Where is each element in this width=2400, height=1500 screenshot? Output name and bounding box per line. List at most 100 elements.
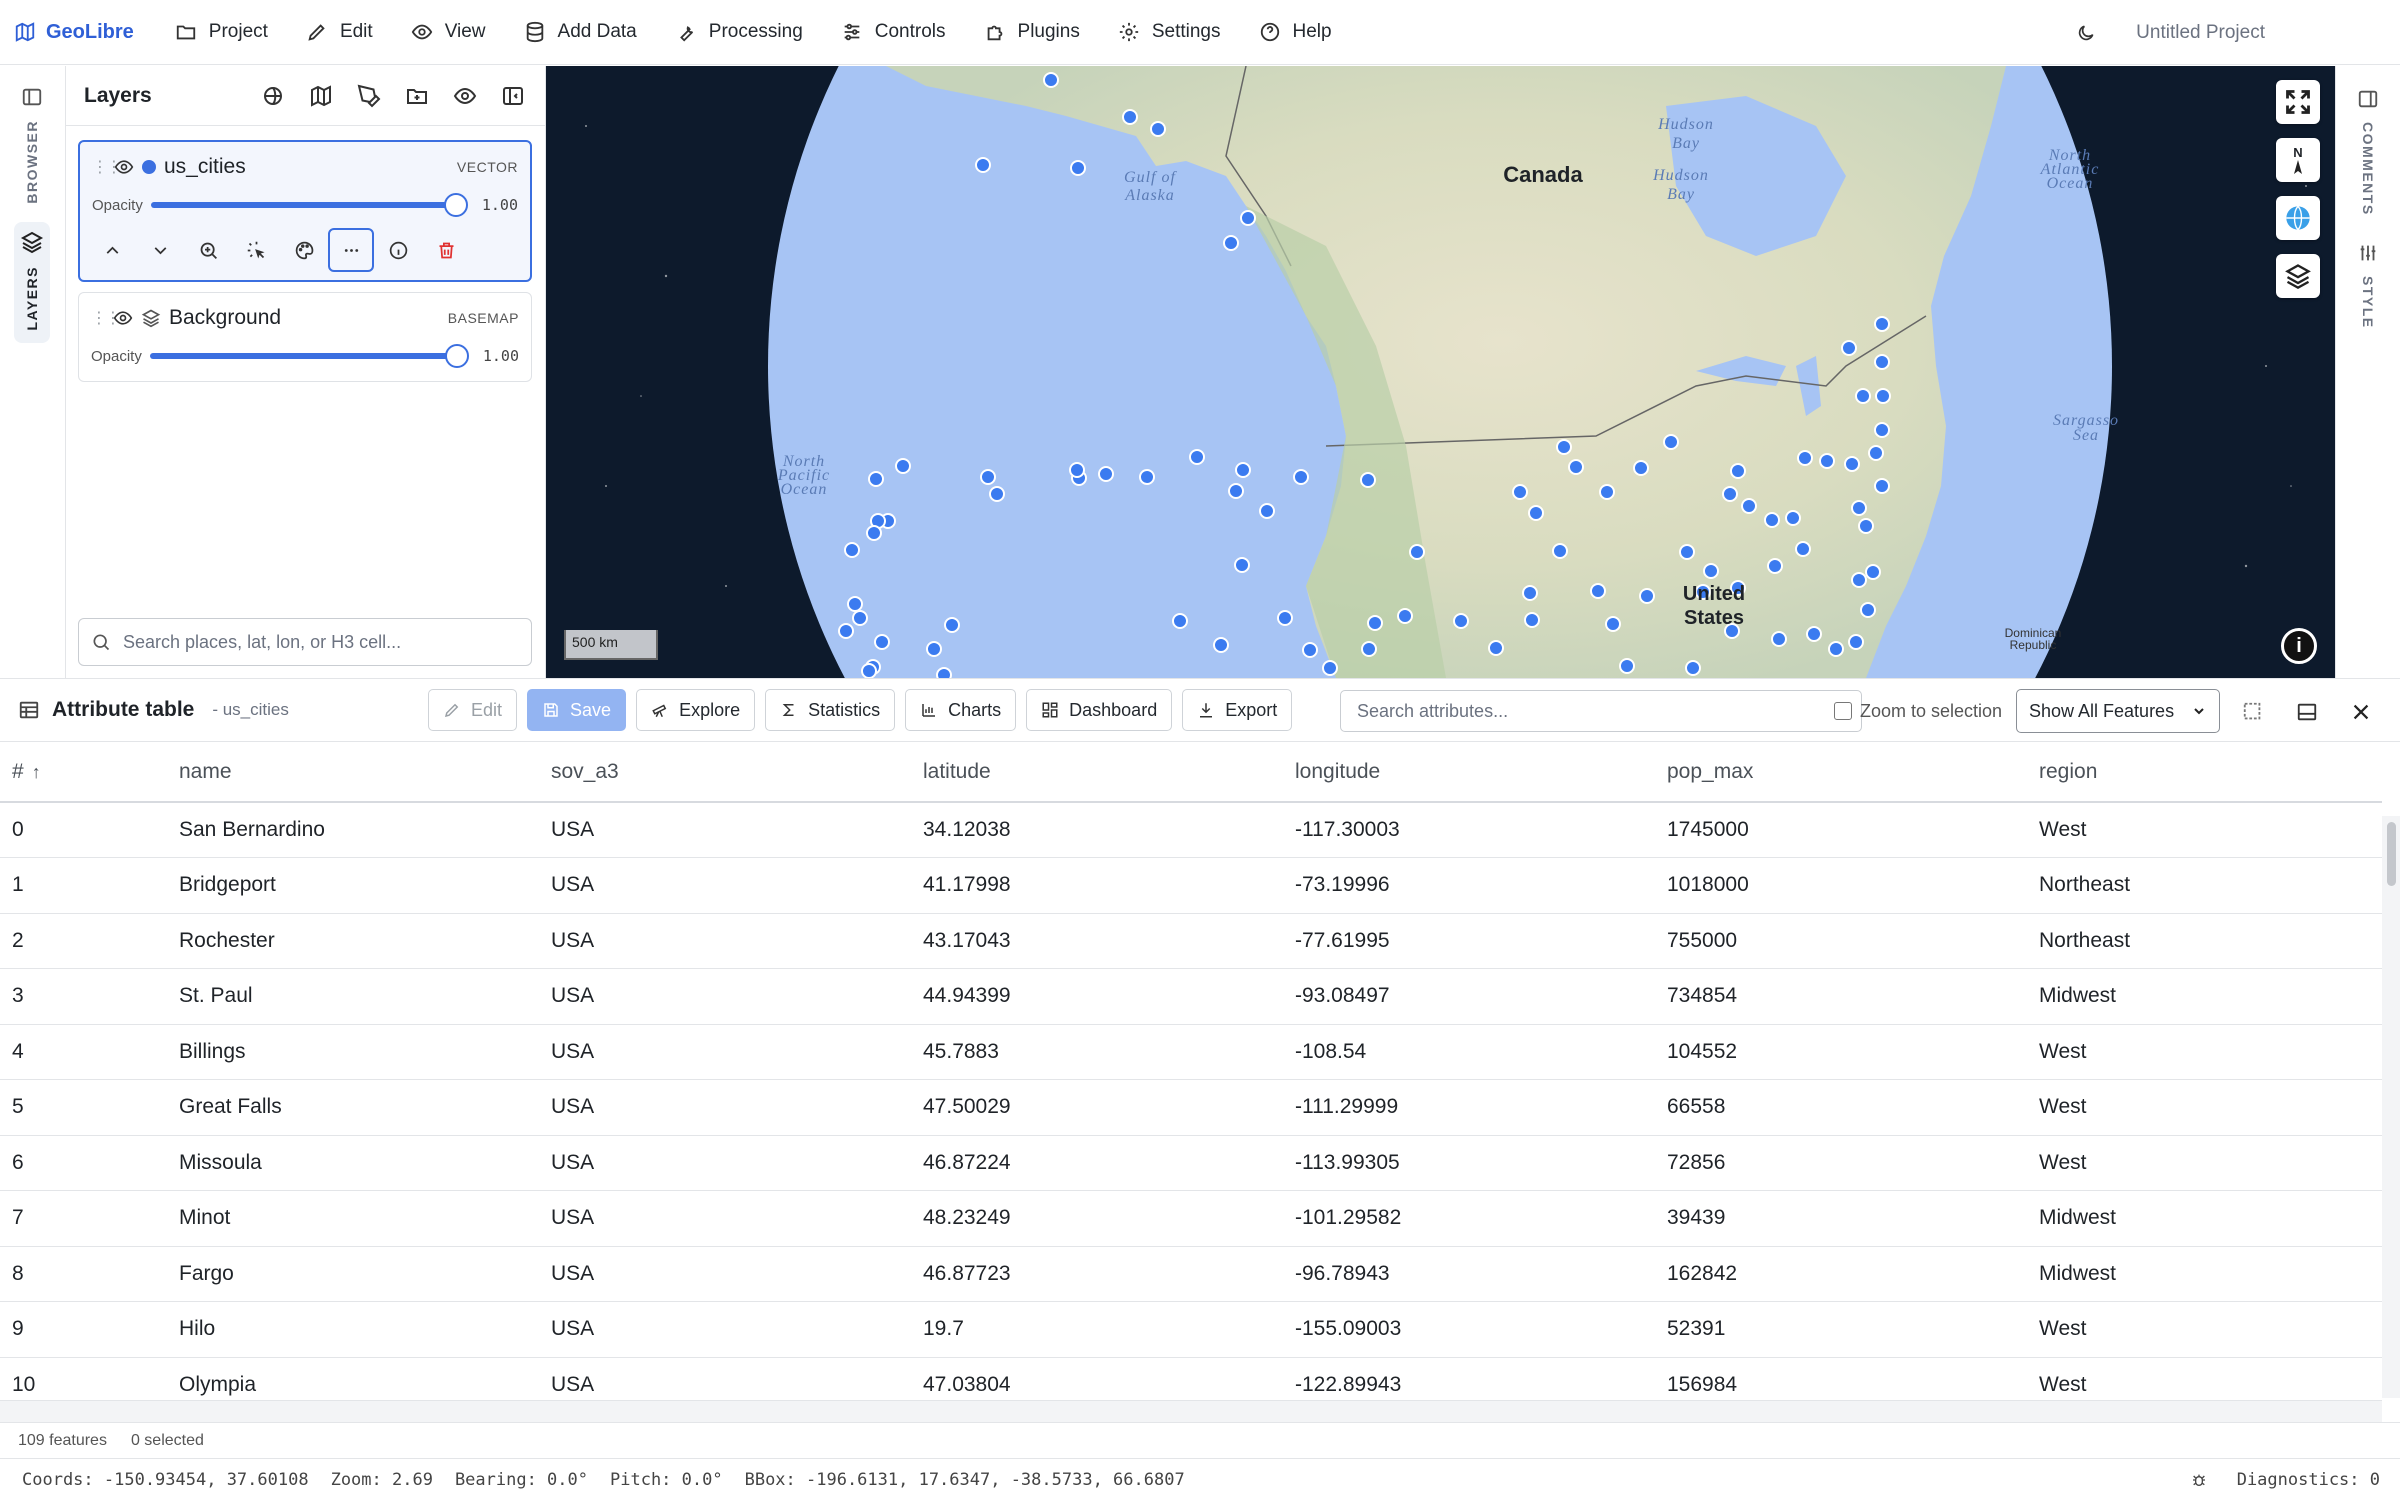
table-cell[interactable]: USA — [539, 1190, 911, 1247]
toggle-visibility-button[interactable] — [448, 79, 482, 113]
fullscreen-button[interactable] — [2276, 80, 2320, 124]
scrollbar-thumb[interactable] — [2387, 822, 2396, 886]
table-cell[interactable]: 19.7 — [911, 1301, 1283, 1358]
place-search-input[interactable]: Search places, lat, lon, or H3 cell... — [78, 618, 532, 666]
table-cell[interactable]: 8 — [0, 1246, 167, 1302]
charts-button[interactable]: Charts — [905, 689, 1017, 731]
table-cell[interactable]: -101.29582 — [1283, 1190, 1655, 1247]
table-cell[interactable]: 2 — [0, 913, 167, 969]
add-basemap-button[interactable] — [304, 79, 338, 113]
tab-style[interactable]: STYLE — [2352, 242, 2384, 329]
app-brand[interactable]: GeoLibre — [14, 21, 134, 44]
table-cell[interactable]: San Bernardino — [167, 802, 539, 858]
table-cell[interactable]: Northeast — [2027, 913, 2382, 969]
table-cell[interactable]: 1 — [0, 857, 167, 914]
sort-ascending-icon[interactable]: ↑ — [32, 762, 41, 782]
table-cell[interactable]: USA — [539, 1079, 911, 1136]
table-cell[interactable]: Hilo — [167, 1301, 539, 1358]
explore-button[interactable]: Explore — [636, 689, 756, 731]
slider-knob[interactable] — [445, 344, 469, 368]
table-cell[interactable]: 5 — [0, 1079, 167, 1136]
table-cell[interactable]: 0 — [0, 802, 167, 858]
table-cell[interactable]: St. Paul — [167, 968, 539, 1025]
menu-help[interactable]: Help — [1240, 10, 1351, 54]
draw-layer-button[interactable] — [352, 79, 386, 113]
table-cell[interactable]: -155.09003 — [1283, 1301, 1655, 1358]
column-header[interactable]: pop_max — [1655, 742, 2027, 803]
table-cell[interactable]: USA — [539, 857, 911, 914]
tab-comments[interactable]: COMMENTS — [2352, 88, 2384, 216]
table-row[interactable]: 0 San Bernardino USA 34.12038 -117.30003 1745… — [0, 802, 2382, 858]
menu-edit[interactable]: Edit — [287, 10, 392, 54]
add-group-button[interactable] — [400, 79, 434, 113]
table-cell[interactable]: Northeast — [2027, 857, 2382, 914]
collapse-panel-button[interactable] — [496, 79, 530, 113]
table-row[interactable]: 2 Rochester USA 43.17043 -77.61995 755000 Nort… — [0, 913, 2382, 969]
table-cell[interactable]: 3 — [0, 968, 167, 1025]
zoom-to-layer-button[interactable] — [184, 228, 232, 272]
table-cell[interactable]: 10 — [0, 1357, 167, 1402]
table-cell[interactable]: -113.99305 — [1283, 1135, 1655, 1191]
table-cell[interactable]: USA — [539, 1024, 911, 1080]
table-cell[interactable]: 46.87723 — [911, 1246, 1283, 1302]
table-cell[interactable]: 52391 — [1655, 1301, 2027, 1358]
layer-item-background[interactable]: ⋮⋮ Background BASEMAP Opacity 1.00 — [78, 292, 532, 382]
menu-settings[interactable]: Settings — [1099, 10, 1240, 54]
table-cell[interactable]: Midwest — [2027, 968, 2382, 1025]
table-cell[interactable]: Great Falls — [167, 1079, 539, 1136]
table-cell[interactable]: 734854 — [1655, 968, 2027, 1025]
basemap-switcher-button[interactable] — [2276, 254, 2320, 298]
table-cell[interactable]: 1018000 — [1655, 857, 2027, 914]
column-header[interactable]: # ↑ — [0, 742, 167, 803]
project-name[interactable]: Untitled Project — [2136, 22, 2265, 44]
table-row[interactable]: 8 Fargo USA 46.87723 -96.78943 162842 Midwest — [0, 1246, 2382, 1302]
opacity-slider[interactable] — [150, 193, 468, 217]
table-cell[interactable]: West — [2027, 802, 2382, 858]
layer-info-button[interactable] — [374, 228, 422, 272]
table-row[interactable]: 5 Great Falls USA 47.50029 -111.29999 66558 We… — [0, 1079, 2382, 1136]
eye-icon[interactable] — [113, 308, 133, 328]
table-cell[interactable]: 6 — [0, 1135, 167, 1191]
table-cell[interactable]: 41.17998 — [911, 857, 1283, 914]
attribute-search-input[interactable]: Search attributes... — [1340, 690, 1862, 732]
table-cell[interactable]: West — [2027, 1024, 2382, 1080]
table-cell[interactable]: 43.17043 — [911, 913, 1283, 969]
tab-layers[interactable]: LAYERS — [14, 222, 50, 343]
table-cell[interactable]: 104552 — [1655, 1024, 2027, 1080]
table-cell[interactable]: Fargo — [167, 1246, 539, 1302]
table-cell[interactable]: 47.03804 — [911, 1357, 1283, 1402]
table-cell[interactable]: 156984 — [1655, 1357, 2027, 1402]
table-cell[interactable]: West — [2027, 1301, 2382, 1358]
table-cell[interactable]: Midwest — [2027, 1190, 2382, 1247]
column-header[interactable]: name — [167, 742, 539, 803]
table-cell[interactable]: 34.12038 — [911, 802, 1283, 858]
table-cell[interactable]: 9 — [0, 1301, 167, 1358]
table-cell[interactable]: Bridgeport — [167, 857, 539, 914]
table-cell[interactable]: West — [2027, 1357, 2382, 1402]
table-cell[interactable]: Billings — [167, 1024, 539, 1080]
table-cell[interactable]: West — [2027, 1135, 2382, 1191]
dashboard-button[interactable]: Dashboard — [1026, 689, 1173, 731]
table-cell[interactable]: USA — [539, 1135, 911, 1191]
save-button[interactable]: Save — [527, 689, 627, 731]
table-cell[interactable]: USA — [539, 1357, 911, 1402]
column-header[interactable]: region — [2027, 742, 2382, 803]
menu-project[interactable]: Project — [156, 10, 287, 54]
layer-item-us-cities[interactable]: ⋮⋮ us_cities VECTOR Opacity 1.00 — [78, 140, 532, 282]
table-cell[interactable]: -73.19996 — [1283, 857, 1655, 914]
table-cell[interactable]: USA — [539, 913, 911, 969]
drag-handle-icon[interactable]: ⋮⋮ — [91, 308, 121, 328]
table-cell[interactable]: 1745000 — [1655, 802, 2027, 858]
table-cell[interactable]: 39439 — [1655, 1190, 2027, 1247]
table-row[interactable]: 1 Bridgeport USA 41.17998 -73.19996 1018000 No… — [0, 857, 2382, 914]
export-button[interactable]: Export — [1182, 689, 1293, 731]
column-header[interactable]: longitude — [1283, 742, 1655, 803]
table-row[interactable]: 9 Hilo USA 19.7 -155.09003 52391 West — [0, 1301, 2382, 1358]
table-cell[interactable]: 4 — [0, 1024, 167, 1080]
table-cell[interactable]: USA — [539, 1301, 911, 1358]
table-cell[interactable]: 45.7883 — [911, 1024, 1283, 1080]
layer-name[interactable]: us_cities — [164, 155, 449, 179]
theme-toggle-button[interactable] — [2070, 17, 2102, 49]
edit-button[interactable]: Edit — [428, 689, 518, 731]
table-cell[interactable]: USA — [539, 1246, 911, 1302]
